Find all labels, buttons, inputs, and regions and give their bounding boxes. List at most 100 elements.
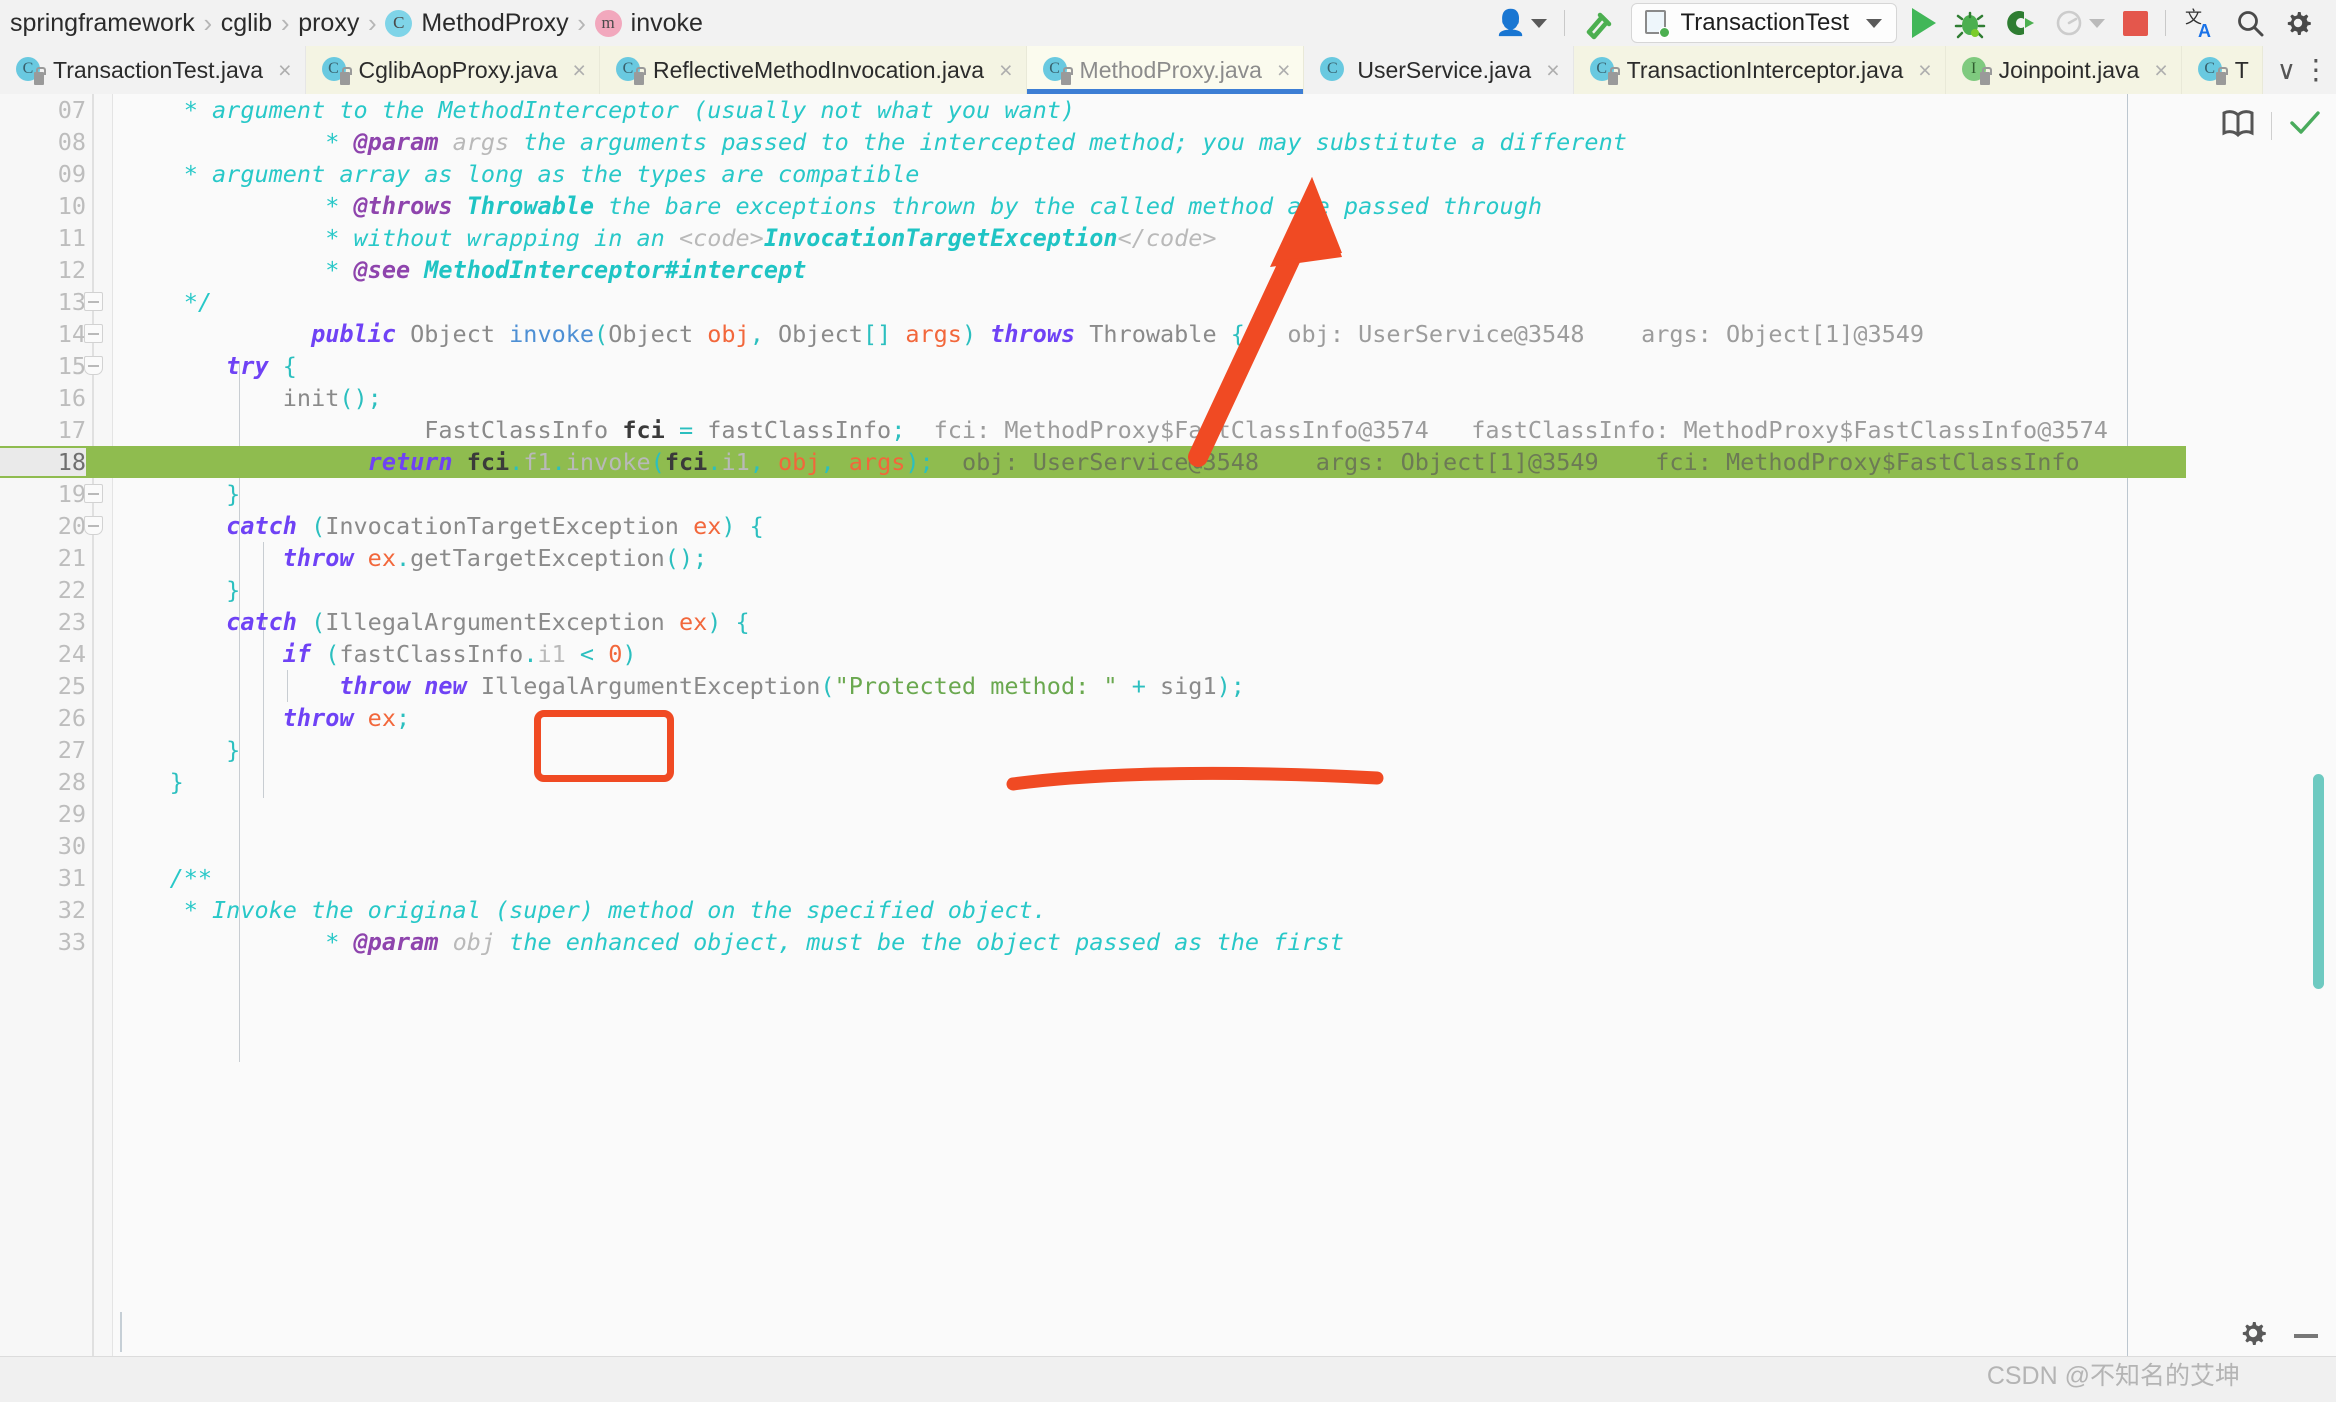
code-fold-marker[interactable] [84, 516, 103, 535]
stop-square-icon [2123, 10, 2148, 36]
editor-tab-reflectivemethodinvocation[interactable]: C ReflectiveMethodInvocation.java × [599, 46, 1027, 94]
csdn-watermark: CSDN @不知名的艾坤 [1986, 1362, 2240, 1390]
breadcrumb-item-proxy[interactable]: proxy [298, 9, 359, 38]
close-icon[interactable]: × [2154, 57, 2167, 84]
code-line[interactable]: 29 [0, 798, 2336, 830]
run-triangle-icon [1912, 8, 1936, 38]
code-line[interactable]: 20 catch (InvocationTargetException ex) … [0, 510, 2336, 542]
line-number: 32 [57, 896, 86, 924]
profiler-button[interactable] [2045, 3, 2114, 43]
breadcrumb-item-springframework[interactable]: springframework [10, 9, 195, 38]
code-line[interactable]: 25 throw new IllegalArgumentException("P… [0, 670, 2336, 702]
code-fold-marker[interactable] [84, 292, 103, 311]
run-button[interactable] [1903, 3, 1945, 43]
tab-label: T [2234, 56, 2249, 83]
code-line[interactable]: 15 try { [0, 350, 2336, 1062]
run-config-icon [1642, 10, 1671, 38]
code-line[interactable]: 08 * @param args the arguments passed to… [0, 126, 2336, 158]
code-line[interactable]: 22 } [0, 574, 2336, 606]
reader-mode-icon[interactable] [2221, 108, 2255, 143]
breadcrumb-item-cglib[interactable]: cglib [221, 9, 272, 38]
editor-tab-cglibaopproxy[interactable]: C CglibAopProxy.java × [305, 46, 600, 94]
vertical-scrollbar-thumb[interactable] [2313, 774, 2324, 989]
code-line[interactable]: 14 public Object invoke(Object obj, Obje… [0, 318, 2336, 350]
code-line[interactable]: 24 if (fastClassInfo.i1 < 0) [0, 638, 2336, 798]
coverage-icon [2007, 11, 2034, 36]
translate-button[interactable]: 文 A [2174, 3, 2226, 43]
java-class-icon: C [2197, 56, 2228, 85]
svg-text:A: A [2198, 21, 2211, 40]
line-number: 08 [57, 128, 86, 156]
user-profile-button[interactable]: 👤️ [1486, 3, 1556, 43]
code-line[interactable]: 23 catch (IllegalArgumentException ex) { [0, 606, 2336, 638]
code-line[interactable]: 26 throw ex; [0, 702, 2336, 734]
editor-bottom-controls [2238, 1318, 2318, 1353]
close-icon[interactable]: × [1918, 57, 1931, 84]
debug-button[interactable] [1945, 3, 1995, 43]
editor-tab-joinpoint[interactable]: I Joinpoint.java × [1945, 46, 2182, 94]
code-fold-marker[interactable] [84, 484, 103, 503]
editor-tab-methodproxy[interactable]: C MethodProxy.java × [1026, 46, 1305, 94]
line-number: 09 [57, 160, 86, 188]
code-fold-marker[interactable] [84, 356, 103, 375]
more-options-icon[interactable]: ⋮ [2302, 56, 2330, 84]
close-icon[interactable]: × [1546, 57, 1559, 84]
code-editor[interactable]: 07 * argument to the MethodInterceptor (… [0, 94, 2336, 1356]
code-line[interactable]: 31 /** [0, 862, 2336, 894]
minimize-icon[interactable] [2294, 1333, 2318, 1338]
tab-label: ReflectiveMethodInvocation.java [652, 56, 985, 83]
code-line[interactable]: 21 throw ex.getTargetException(); [0, 542, 2336, 638]
code-fold-marker[interactable] [84, 324, 103, 343]
debug-inline-hint: args: Object[1]@3549 [1641, 320, 1925, 348]
chevron-down-icon[interactable]: ∨ [2277, 57, 2296, 83]
debug-inline-hint: args: Object[1]@3549 [1315, 448, 1599, 476]
search-icon [2238, 11, 2264, 37]
settings-gear-icon[interactable] [2238, 1318, 2268, 1353]
code-line-current-execution[interactable]: 18 return fci.f1.invoke(fci.i1, obj, arg… [0, 446, 2336, 478]
chevron-down-icon [1866, 18, 1882, 28]
code-line[interactable]: 30 [0, 830, 2336, 862]
code-line[interactable]: 28 } [0, 766, 2336, 798]
ide-window: springframework › cglib › proxy › C Meth… [0, 0, 2336, 1402]
editor-tab-userservice[interactable]: C UserService.java × [1304, 46, 1574, 94]
run-with-coverage-button[interactable] [1995, 3, 2045, 43]
breadcrumb-item-methodproxy[interactable]: C MethodProxy [385, 9, 569, 38]
breadcrumb-separator-icon: › [368, 8, 377, 38]
gear-icon [2287, 12, 2311, 35]
close-icon[interactable]: × [573, 57, 586, 84]
toolbar-divider [2165, 10, 2166, 36]
editor-right-gutter [2186, 94, 2336, 1356]
stop-button[interactable] [2114, 3, 2157, 43]
build-hammer-icon [1587, 12, 1612, 40]
editor-tab-bar: C TransactionTest.java × C CglibAopProxy… [0, 46, 2336, 94]
java-class-icon: C [1589, 56, 1620, 85]
code-line[interactable]: 27 } [0, 734, 2336, 766]
breadcrumb: springframework › cglib › proxy › C Meth… [0, 9, 703, 38]
close-icon[interactable]: × [999, 57, 1012, 84]
code-line[interactable]: 12 * @see MethodInterceptor#intercept [0, 254, 2336, 286]
inspection-ok-icon[interactable] [2288, 108, 2322, 143]
java-class-icon: C [1320, 56, 1346, 84]
line-number: 16 [57, 384, 86, 412]
editor-tab-transactiontest[interactable]: C TransactionTest.java × [0, 46, 306, 94]
line-number: 29 [57, 800, 86, 828]
editor-tab-transactioninterceptor[interactable]: C TransactionInterceptor.java × [1573, 46, 1946, 94]
settings-button[interactable] [2274, 3, 2322, 43]
javadoc-tag: @param [353, 928, 439, 956]
tab-label: TransactionTest.java [53, 56, 264, 83]
code-line[interactable]: 19 } [0, 478, 2336, 510]
status-divider [120, 1312, 122, 1352]
build-project-button[interactable] [1573, 3, 1625, 43]
code-content[interactable]: 07 * argument to the MethodInterceptor (… [0, 94, 2336, 1356]
run-configuration-selector[interactable]: TransactionTest [1631, 3, 1897, 43]
editor-tab-truncated[interactable]: C T [2181, 46, 2263, 94]
breadcrumb-item-invoke[interactable]: m invoke [594, 9, 703, 38]
search-everywhere-button[interactable] [2226, 3, 2274, 43]
close-icon[interactable]: × [1277, 57, 1290, 84]
main-toolbar: 👤️ TransactionTest 文 A [1486, 3, 2336, 43]
bottom-tool-strip [0, 1388, 2336, 1402]
line-number: 22 [57, 576, 86, 604]
close-icon[interactable]: × [278, 57, 291, 84]
comment-text: /** [113, 864, 213, 892]
code-line[interactable]: 33 * @param obj the enhanced object, mus… [0, 926, 2336, 958]
